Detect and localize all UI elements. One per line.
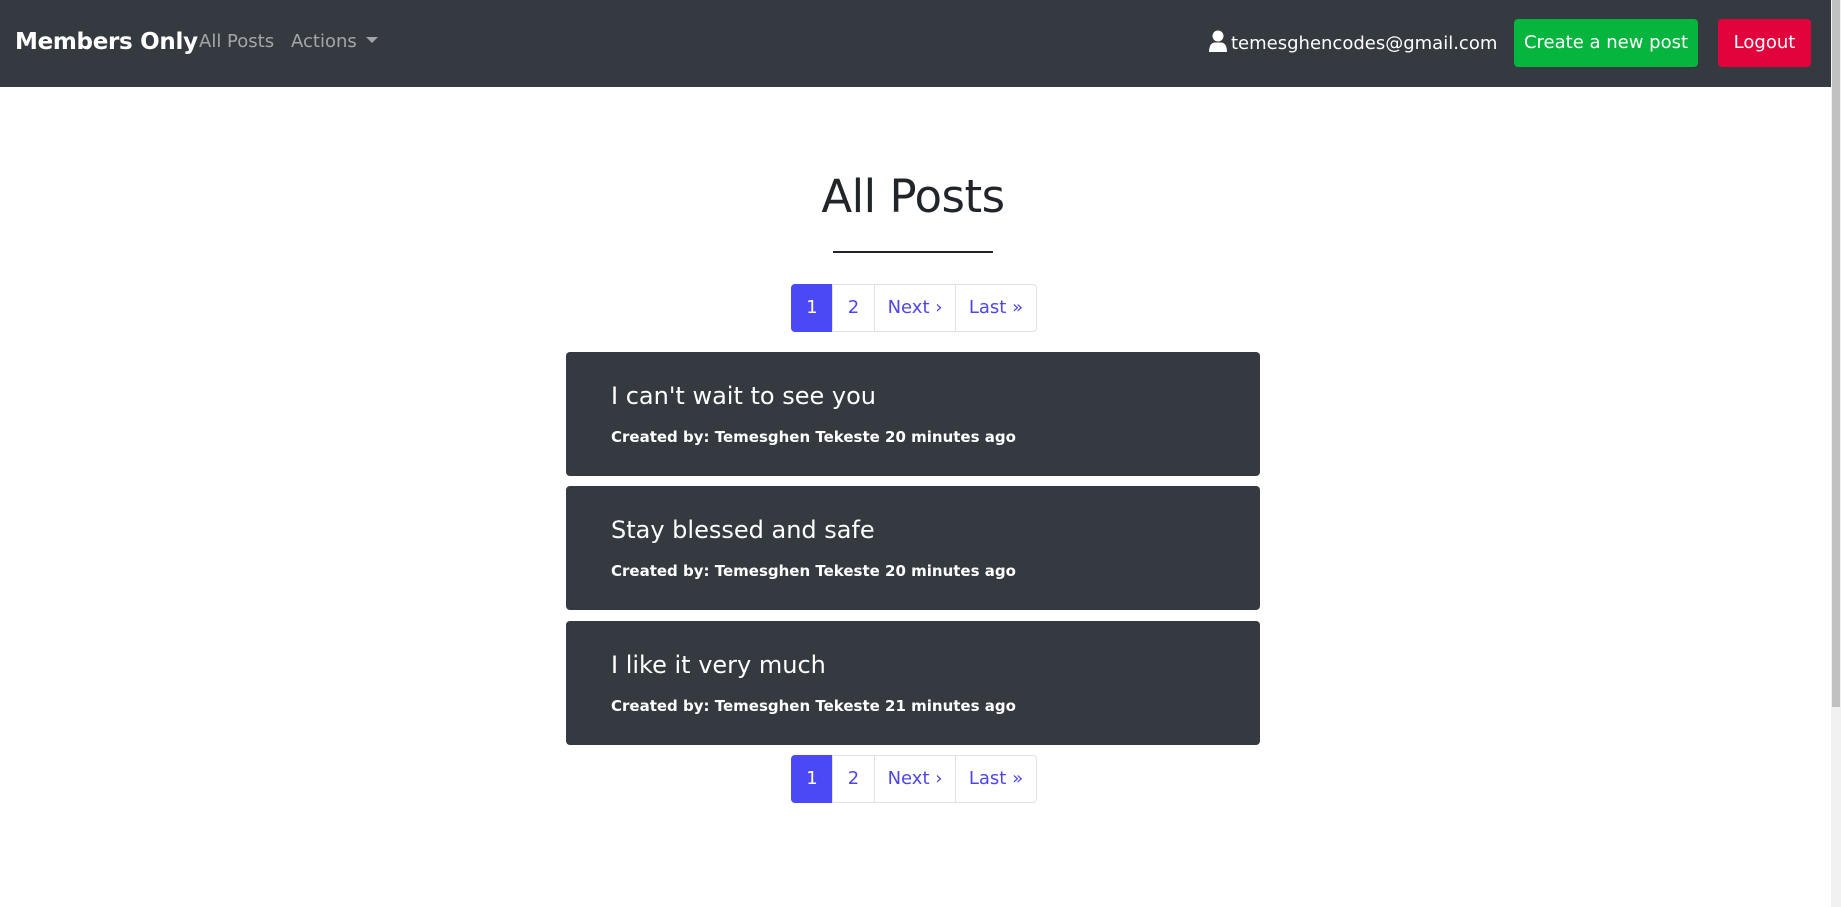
post-card: I like it very much Created by: Temesghe… [566,621,1260,745]
post-title[interactable]: Stay blessed and safe [611,514,875,546]
page-link-last[interactable]: Last » [955,284,1037,332]
page-link-2[interactable]: 2 [832,755,875,803]
brand-logo[interactable]: Members Only [15,26,198,58]
post-meta: Created by: Temesghen Tekeste 20 minutes… [611,562,1016,580]
nav-dropdown-actions-label: Actions [291,31,357,52]
post-meta: Created by: Temesghen Tekeste 21 minutes… [611,697,1016,715]
page: Members Only All Posts Actions temesghen… [0,0,1831,907]
post-meta: Created by: Temesghen Tekeste 20 minutes… [611,428,1016,446]
logout-button[interactable]: Logout [1718,19,1811,67]
page-title: All Posts [821,170,1005,223]
page-link-next[interactable]: Next › [874,755,956,803]
user-email: temesghencodes@gmail.com [1231,33,1498,54]
caret-down-icon [365,37,378,43]
scrollbar-thumb[interactable] [1832,0,1840,707]
post-title[interactable]: I like it very much [611,649,826,681]
title-divider [833,251,993,253]
create-post-button[interactable]: Create a new post [1514,19,1698,67]
page-link-next[interactable]: Next › [874,284,956,332]
post-card: I can't wait to see you Created by: Teme… [566,352,1260,476]
page-link-last[interactable]: Last » [955,755,1037,803]
nav-link-all-posts[interactable]: All Posts [199,30,274,54]
page-link-1[interactable]: 1 [791,755,833,803]
navbar: Members Only All Posts Actions temesghen… [0,0,1831,87]
post-card: Stay blessed and safe Created by: Temesg… [566,486,1260,610]
user-icon [1209,30,1227,52]
pagination-bottom: 1 2 Next › Last » [791,755,1037,803]
post-title[interactable]: I can't wait to see you [611,380,876,412]
pagination-top: 1 2 Next › Last » [791,284,1037,332]
page-link-1[interactable]: 1 [791,284,833,332]
current-user: temesghencodes@gmail.com [1208,30,1497,56]
page-link-2[interactable]: 2 [832,284,875,332]
nav-dropdown-actions[interactable]: Actions [291,30,378,54]
